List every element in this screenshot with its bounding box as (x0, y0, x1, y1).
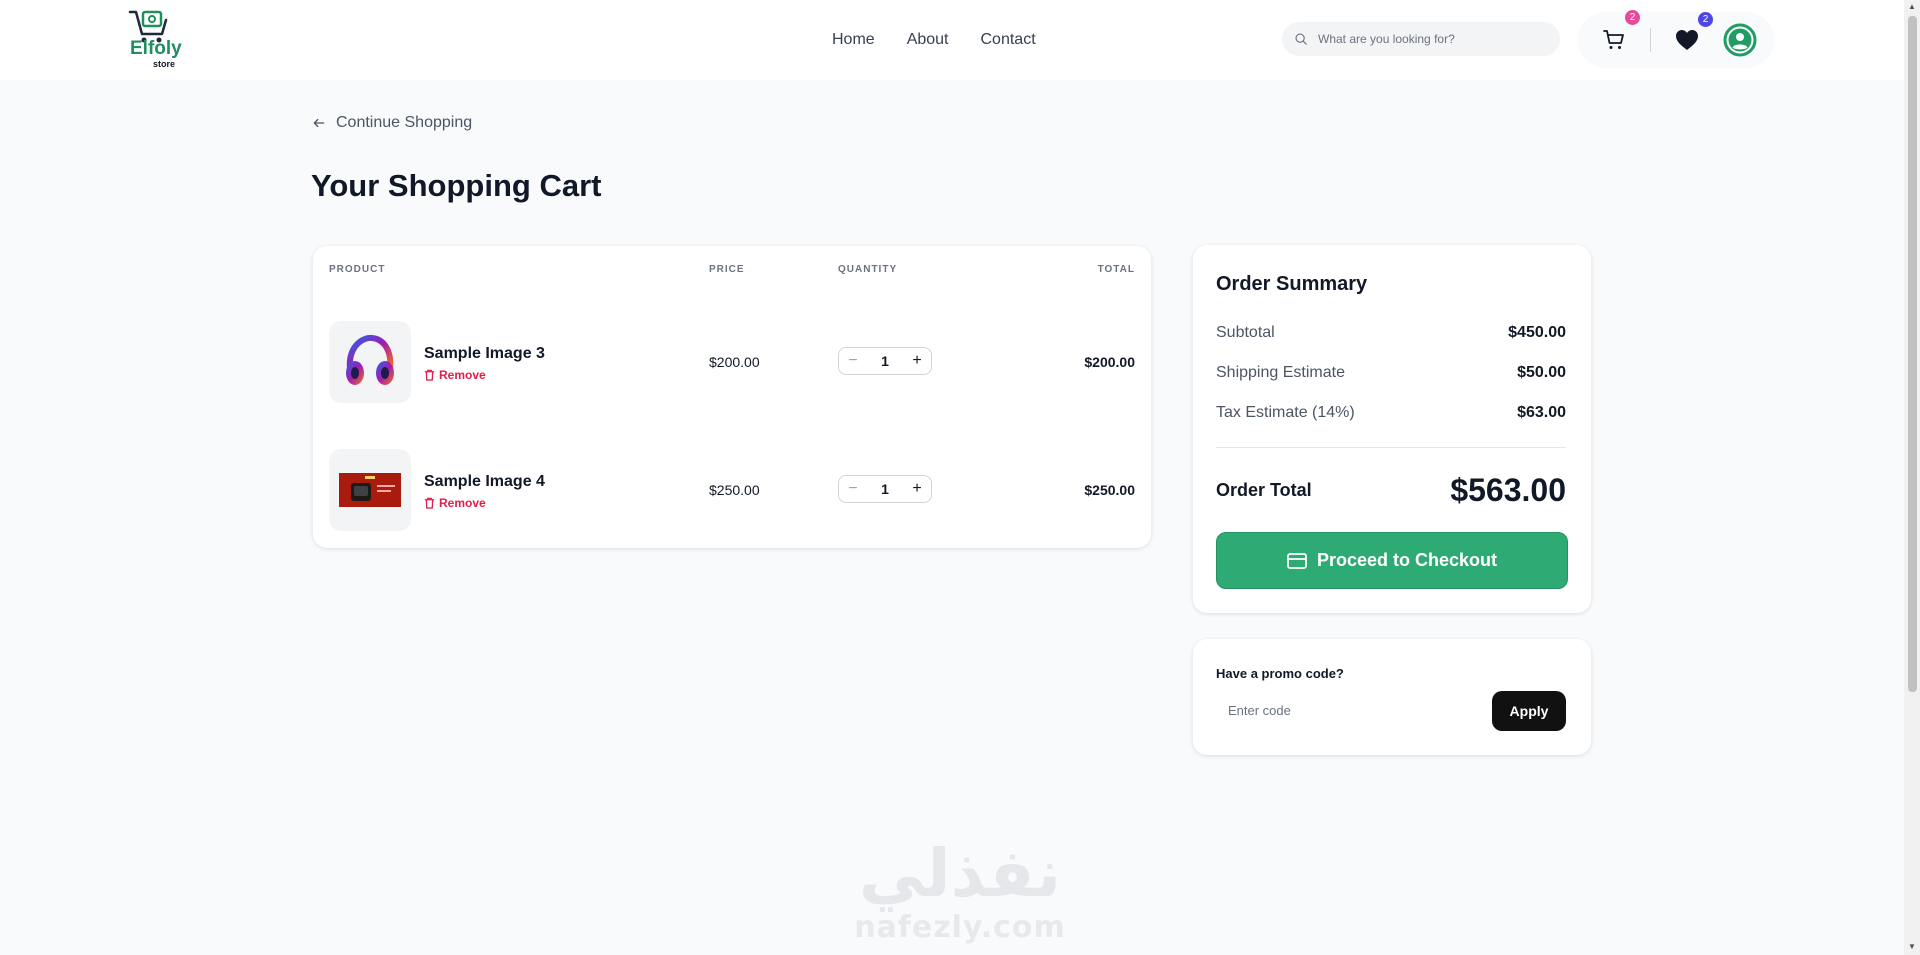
promo-code-input[interactable] (1216, 691, 1476, 729)
decrease-quantity-button[interactable]: − (839, 348, 867, 374)
nav-home-link[interactable]: Home (832, 31, 875, 49)
item-price: $200.00 (709, 354, 760, 370)
credit-card-icon (1287, 552, 1307, 569)
trash-icon (424, 497, 435, 509)
checkout-label: Proceed to Checkout (1316, 550, 1498, 570)
remove-label: Remove (439, 496, 486, 510)
trash-icon (424, 369, 435, 381)
main-nav: Home About Contact (832, 0, 1036, 80)
promo-code-card: Have a promo code? Apply (1193, 639, 1591, 755)
item-total: $250.00 (1084, 482, 1135, 498)
shipping-row: Shipping Estimate $50.00 (1216, 364, 1566, 382)
scroll-up-icon[interactable]: ▲ (1907, 2, 1917, 12)
account-button[interactable] (1722, 22, 1758, 58)
quantity-stepper: − 1 + (838, 347, 932, 375)
brand-logo[interactable]: Elfoly store (126, 8, 196, 72)
cart-button[interactable] (1597, 23, 1631, 57)
proceed-to-checkout-button[interactable]: Proceed to Checkout (1216, 532, 1568, 589)
subtotal-value: $450.00 (1508, 324, 1566, 341)
wishlist-count-badge: 2 (1698, 12, 1713, 27)
heart-icon (1676, 30, 1698, 50)
column-quantity: QUANTITY (838, 264, 898, 275)
subtotal-label: Subtotal (1216, 324, 1275, 341)
page-title: Your Shopping Cart (311, 168, 602, 203)
search-bar (1282, 22, 1560, 56)
column-price: PRICE (709, 264, 745, 275)
product-banner-image (339, 473, 401, 507)
tax-label: Tax Estimate (14%) (1216, 404, 1355, 421)
order-total-value: $563.00 (1450, 472, 1566, 508)
quantity-value: 1 (881, 353, 889, 369)
watermark-arabic: نفذلي (859, 835, 1061, 912)
increase-quantity-button[interactable]: + (903, 476, 931, 502)
user-avatar-icon (1723, 23, 1757, 57)
remove-item-button[interactable]: Remove (424, 368, 486, 382)
cart-table: PRODUCT PRICE QUANTITY TOTAL Sample Imag… (313, 246, 1151, 548)
item-total: $200.00 (1084, 354, 1135, 370)
quantity-stepper: − 1 + (838, 475, 932, 503)
cart-row: Sample Image 4 Remove $250.00 − 1 + $250… (313, 435, 1151, 545)
order-summary: Order Summary Subtotal $450.00 Shipping … (1193, 245, 1591, 613)
column-product: PRODUCT (329, 264, 386, 275)
decrease-quantity-button[interactable]: − (839, 476, 867, 502)
product-thumbnail[interactable] (329, 321, 411, 403)
continue-shopping-label: Continue Shopping (336, 114, 473, 131)
shipping-value: $50.00 (1517, 364, 1566, 381)
item-price: $250.00 (709, 482, 760, 498)
summary-divider (1216, 447, 1566, 448)
brand-sub: store (153, 59, 176, 69)
nav-about-link[interactable]: About (907, 31, 949, 49)
product-name[interactable]: Sample Image 3 (424, 345, 545, 363)
wishlist-button[interactable] (1670, 23, 1704, 57)
order-total-label: Order Total (1216, 480, 1312, 500)
remove-item-button[interactable]: Remove (424, 496, 486, 510)
remove-label: Remove (439, 368, 486, 382)
headphones-product-image (346, 334, 394, 385)
nav-contact-link[interactable]: Contact (981, 31, 1036, 49)
arrow-left-icon (313, 118, 325, 128)
cart-icon (1603, 30, 1624, 49)
cart-table-header: PRODUCT PRICE QUANTITY TOTAL (313, 246, 1151, 290)
search-input[interactable] (1318, 32, 1538, 46)
scroll-down-icon[interactable]: ▼ (1907, 942, 1917, 952)
subtotal-row: Subtotal $450.00 (1216, 324, 1566, 342)
tax-value: $63.00 (1517, 404, 1566, 421)
apply-promo-button[interactable]: Apply (1492, 691, 1566, 731)
page-scrollbar[interactable]: ▲ ▼ (1904, 0, 1920, 955)
cart-row: Sample Image 3 Remove $200.00 − 1 + $200… (313, 307, 1151, 417)
cart-count-badge: 2 (1625, 10, 1640, 25)
site-header: Elfoly store Home About Contact 2 2 (0, 0, 1904, 80)
scrollbar-thumb[interactable] (1908, 16, 1917, 692)
continue-shopping-link[interactable]: Continue Shopping (312, 114, 472, 132)
product-thumbnail[interactable] (329, 449, 411, 531)
watermark: نفذلي nafezly.com (850, 838, 1070, 955)
order-total-row: Order Total $563.00 (1216, 472, 1566, 509)
search-icon (1295, 33, 1307, 45)
brand-name: Elfoly (130, 38, 182, 59)
increase-quantity-button[interactable]: + (903, 348, 931, 374)
product-name[interactable]: Sample Image 4 (424, 473, 545, 491)
shipping-label: Shipping Estimate (1216, 364, 1345, 381)
column-total: TOTAL (1097, 264, 1135, 275)
promo-label: Have a promo code? (1216, 666, 1344, 681)
watermark-latin: nafezly.com (854, 910, 1066, 945)
header-divider (1650, 28, 1651, 52)
quantity-value: 1 (881, 481, 889, 497)
order-summary-title: Order Summary (1216, 273, 1368, 295)
tax-row: Tax Estimate (14%) $63.00 (1216, 404, 1566, 422)
